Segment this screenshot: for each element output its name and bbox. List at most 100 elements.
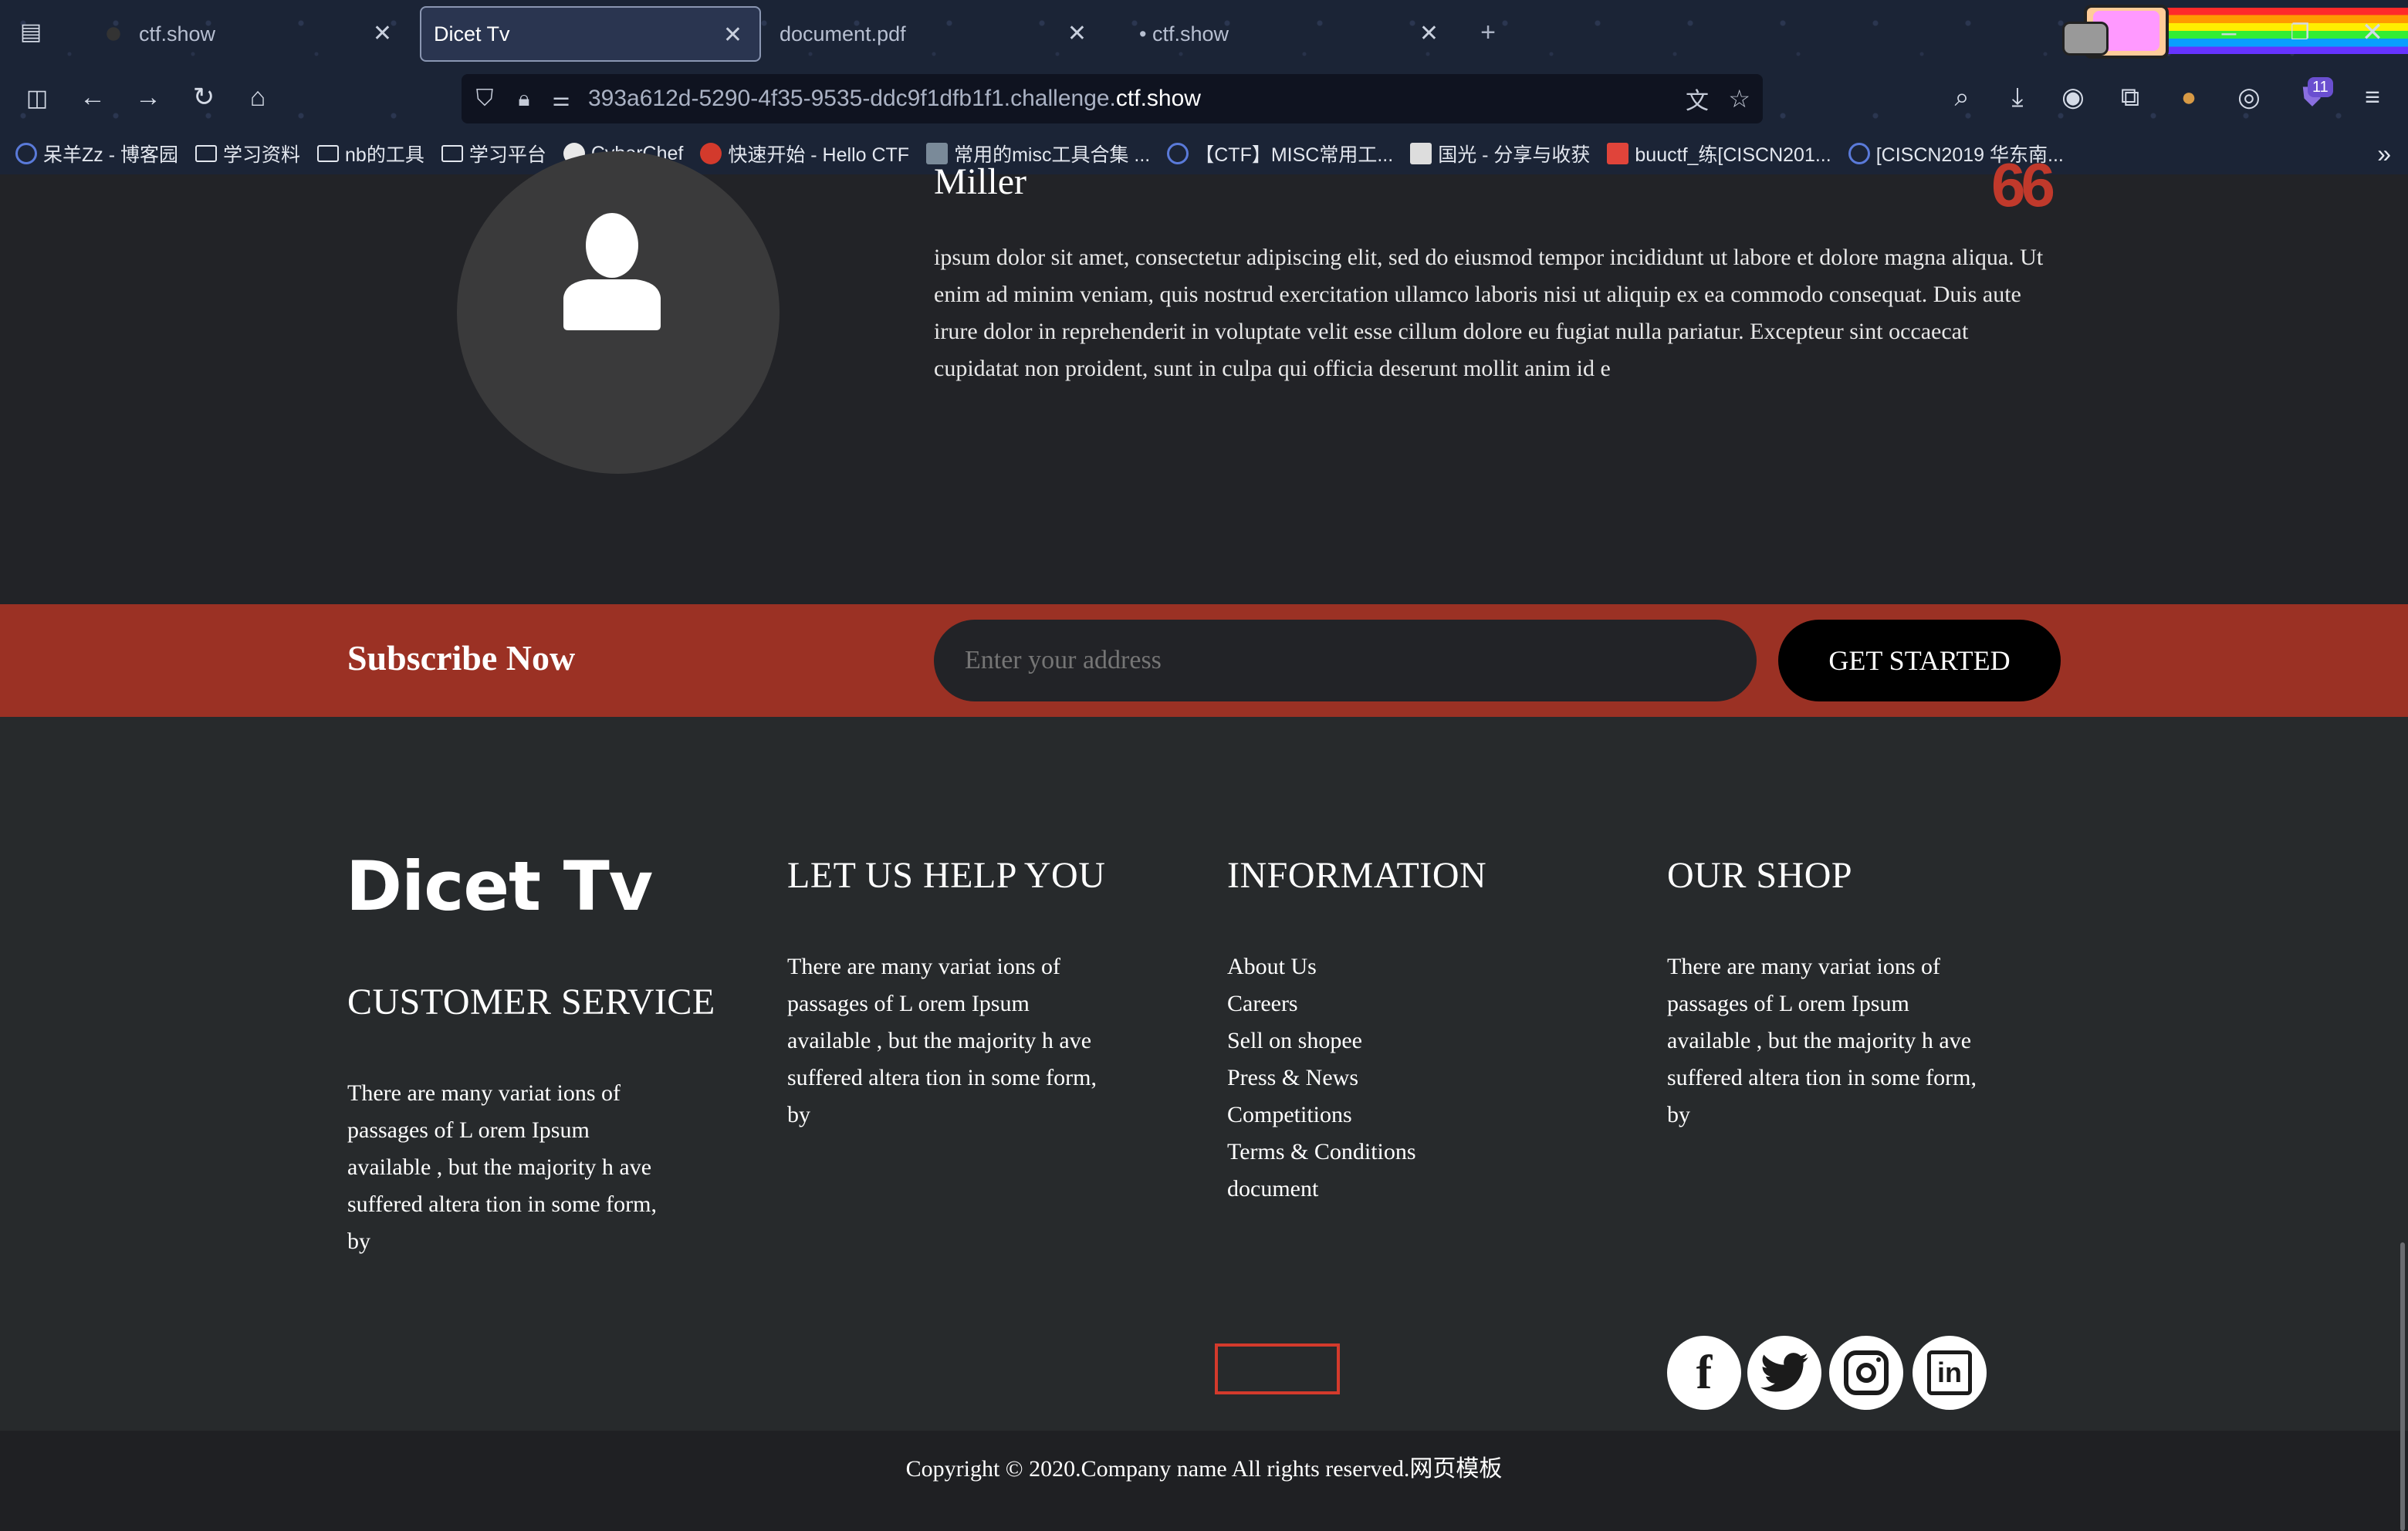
information-links: About Us Careers Sell on shopee Press & … [1227, 948, 1551, 1208]
guoguang-favicon-icon [1410, 143, 1432, 164]
ninja-favicon-icon [102, 22, 125, 46]
translate-icon[interactable]: 文 [1686, 82, 1709, 116]
bookmark-label: 国光 - 分享与收获 [1438, 144, 1591, 166]
close-tab-icon[interactable]: ✕ [1067, 20, 1087, 48]
link-document[interactable]: document [1227, 1171, 1551, 1208]
close-window-icon[interactable]: ✕ [2356, 17, 2389, 48]
tab-label: • ctf.show [1139, 22, 1229, 46]
user-icon [563, 213, 661, 330]
email-address-input[interactable] [934, 620, 1757, 701]
minimize-icon[interactable]: – [2212, 17, 2246, 48]
highlight-box [1215, 1343, 1340, 1394]
facebook-icon[interactable]: f [1667, 1336, 1741, 1410]
link-careers[interactable]: Careers [1227, 985, 1551, 1022]
customer-service-heading: CUSTOMER SERVICE [347, 982, 715, 1022]
bookmark-label: 呆羊Zz - 博客园 [43, 144, 178, 166]
tab-label: ctf.show [139, 22, 216, 46]
help-heading: LET US HELP YOU [787, 855, 1106, 896]
extensions-badge: 11 [2308, 77, 2333, 97]
browser-chrome: ▤ ctf.show ✕ Dicet Tv ✕ document.pdf ✕ •… [0, 0, 2408, 174]
tab-list-icon[interactable]: ▤ [14, 17, 48, 48]
subscribe-bar: Subscribe Now GET STARTED [0, 604, 2408, 717]
shield-icon[interactable]: ⛉ [471, 86, 499, 112]
new-tab-button[interactable]: + [1471, 17, 1505, 48]
bookmark-label: 学习资料 [223, 144, 301, 166]
menu-icon[interactable]: ≡ [2356, 82, 2389, 113]
bookmark-item[interactable]: buuctf_练[CISCN201... [1607, 140, 1831, 167]
linkedin-icon[interactable]: in [1913, 1336, 1987, 1410]
permissions-icon[interactable]: ⚌ [548, 87, 574, 111]
bookmark-star-icon[interactable]: ☆ [1728, 84, 1750, 113]
help-text: There are many variat ions of passages o… [787, 954, 1097, 1127]
link-about-us[interactable]: About Us [1227, 948, 1551, 985]
quote-icon: 66 [1991, 150, 2055, 219]
home-icon[interactable]: ⌂ [241, 82, 275, 113]
search-icon[interactable]: ⌕ [1945, 82, 1979, 113]
get-started-button[interactable]: GET STARTED [1778, 620, 2061, 701]
member-bio: ipsum dolor sit amet, consectetur adipis… [934, 245, 2044, 381]
twitter-icon[interactable] [1747, 1336, 1821, 1410]
tab-ctfshow-2[interactable]: • ctf.show ✕ [1131, 6, 1456, 62]
url-prefix: 393a612d-5290-4f35-9535-ddc9f1dfb1f1.cha… [588, 86, 1116, 111]
url-domain: ctf.show [1115, 86, 1201, 111]
bookmarks-overflow-icon[interactable]: » [2377, 140, 2391, 168]
footer-logo[interactable]: Dicet Tv [346, 848, 653, 925]
download-icon[interactable]: ⤓ [2000, 82, 2034, 113]
link-terms-conditions[interactable]: Terms & Conditions [1227, 1134, 1551, 1171]
tab-label: document.pdf [780, 22, 906, 46]
close-tab-icon[interactable]: ✕ [1419, 20, 1439, 48]
bookmark-folder[interactable]: nb的工具 [317, 140, 424, 167]
folder-icon [195, 145, 217, 162]
forward-icon[interactable]: → [131, 82, 165, 113]
member-name: Miller [934, 161, 1026, 202]
sidebar-icon[interactable]: ◫ [20, 83, 54, 114]
bookmark-label: nb的工具 [345, 144, 424, 166]
tab-document-pdf[interactable]: document.pdf ✕ [772, 6, 1104, 62]
shop-heading: OUR SHOP [1667, 855, 1853, 896]
back-icon[interactable]: ← [76, 82, 110, 113]
footer: Dicet Tv CUSTOMER SERVICE There are many… [0, 717, 2408, 1431]
copyright-bar: Copyright © 2020.Company name All rights… [0, 1431, 2408, 1531]
close-tab-icon[interactable]: ✕ [723, 22, 742, 49]
customer-service-text: There are many variat ions of passages o… [347, 1080, 657, 1254]
lock-icon[interactable]: 🔒︎ [512, 86, 536, 112]
blog-favicon-icon [1167, 143, 1189, 164]
link-press-news[interactable]: Press & News [1227, 1060, 1551, 1097]
account-icon[interactable]: ◉ [2056, 82, 2090, 113]
address-bar[interactable]: ⛉ 🔒︎ ⚌ 393a612d-5290-4f35-9535-ddc9f1dfb… [462, 74, 1763, 123]
subscribe-title: Subscribe Now [347, 638, 576, 678]
reload-icon[interactable]: ↻ [187, 82, 221, 113]
link-competitions[interactable]: Competitions [1227, 1097, 1551, 1134]
spy-glasses-icon[interactable]: ◎ [2232, 82, 2266, 113]
folder-icon [317, 145, 340, 162]
close-tab-icon[interactable]: ✕ [373, 20, 392, 48]
link-sell-on-shopee[interactable]: Sell on shopee [1227, 1022, 1551, 1060]
team-member-section: Miller 66 ipsum dolor sit amet, consecte… [0, 151, 2408, 604]
url-text: 393a612d-5290-4f35-9535-ddc9f1dfb1f1.cha… [588, 86, 1201, 112]
copyright-text: Copyright © 2020.Company name All rights… [905, 1456, 1503, 1482]
bookmark-folder[interactable]: 学习资料 [195, 140, 300, 167]
tab-label: Dicet Tv [434, 22, 510, 46]
page-scrollbar-thumb[interactable] [2400, 1242, 2405, 1531]
csdn-favicon-icon [1607, 143, 1629, 164]
bookmark-label: buuctf_练[CISCN201... [1635, 144, 1831, 166]
tab-dicet-tv[interactable]: Dicet Tv ✕ [420, 6, 761, 62]
blog-favicon-icon [1848, 143, 1870, 164]
bookmark-item[interactable]: 呆羊Zz - 博客园 [15, 140, 178, 167]
instagram-icon[interactable] [1829, 1336, 1903, 1410]
camera-glyph [1844, 1350, 1889, 1395]
tab-ctfshow-1[interactable]: ctf.show ✕ [77, 6, 409, 62]
information-heading: INFORMATION [1227, 855, 1487, 896]
extensions-icon[interactable]: ⧉ [2113, 82, 2147, 113]
bookmark-label: 【CTF】MISC常用工... [1195, 144, 1394, 166]
bird-glyph [1760, 1353, 1808, 1392]
web-page: Miller 66 ipsum dolor sit amet, consecte… [0, 151, 2408, 1531]
shop-text: There are many variat ions of passages o… [1667, 954, 1977, 1127]
cookie-icon[interactable]: ● [2172, 82, 2206, 113]
blog-favicon-icon [15, 143, 37, 164]
maximize-icon[interactable]: ❐ [2283, 17, 2317, 48]
bookmark-item[interactable]: 国光 - 分享与收获 [1410, 140, 1590, 167]
bookmark-item[interactable]: 【CTF】MISC常用工... [1167, 140, 1393, 167]
in-glyph: in [1927, 1350, 1972, 1395]
avatar [457, 151, 780, 474]
